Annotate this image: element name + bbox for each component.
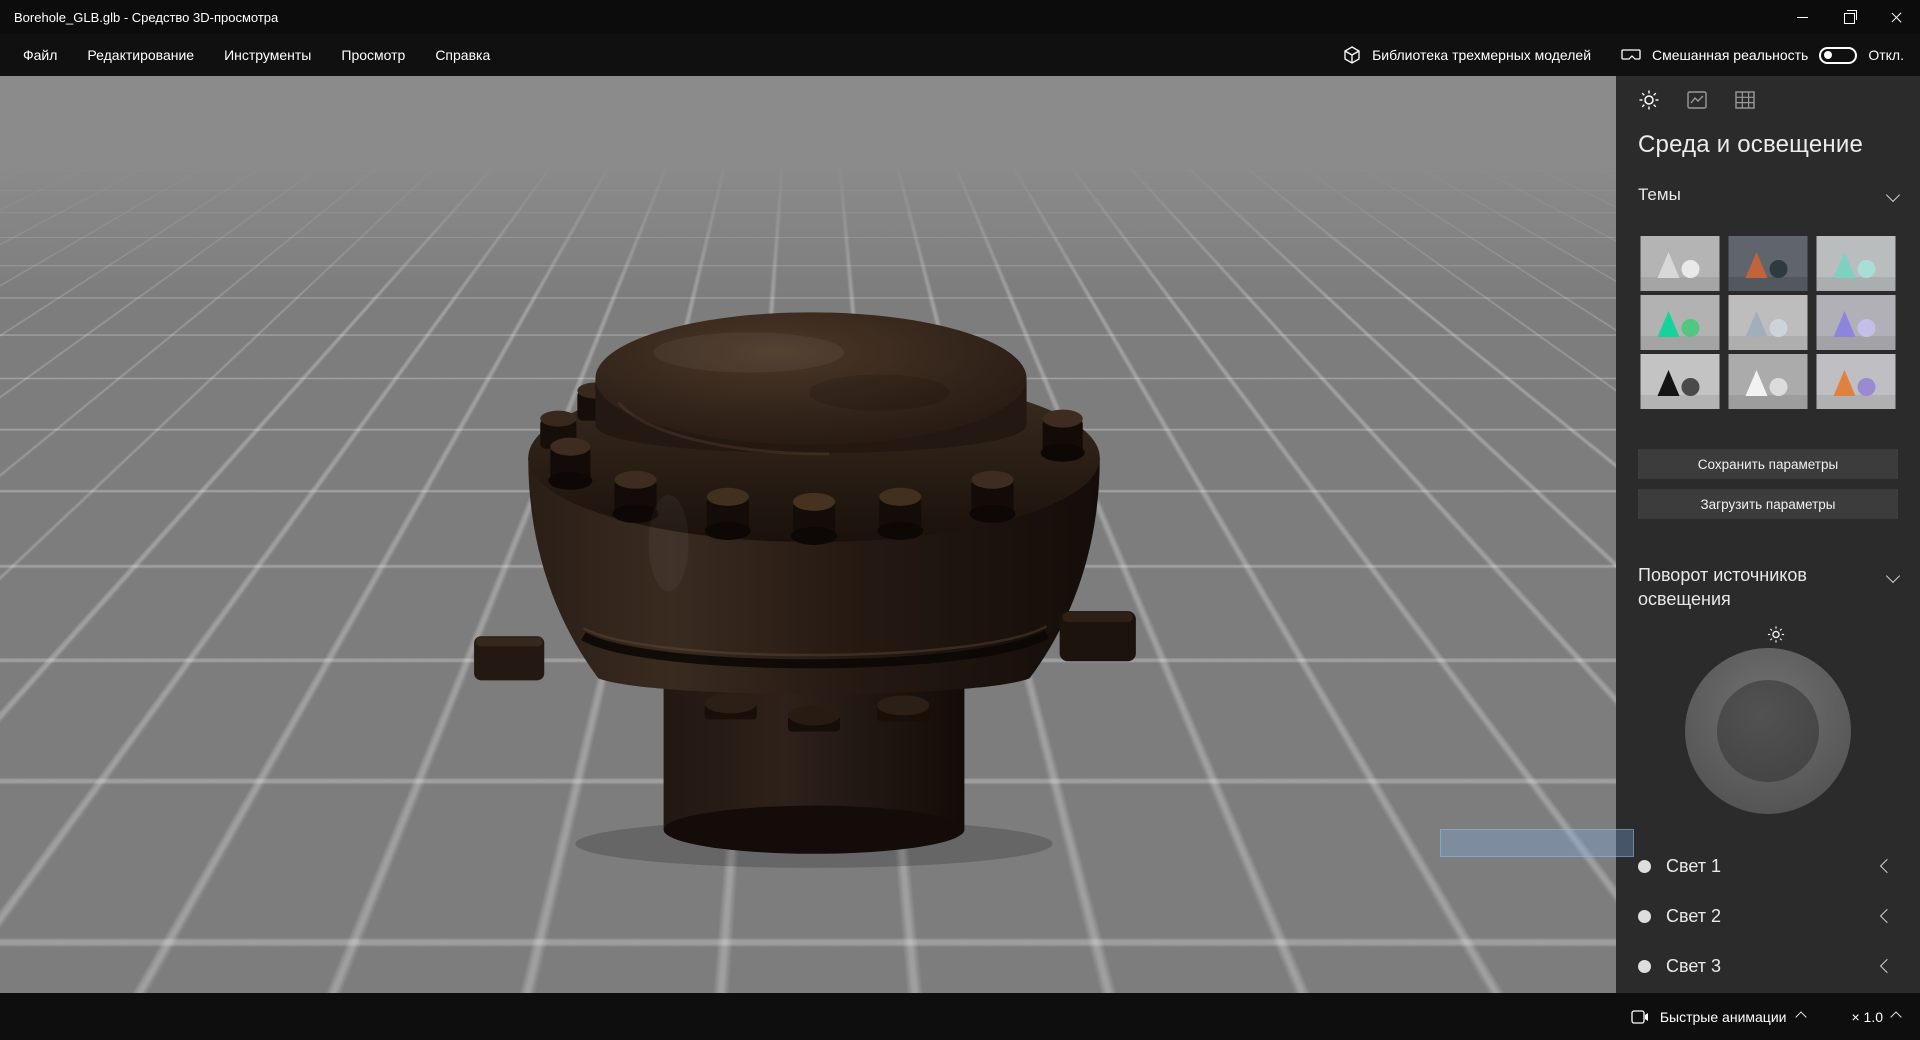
chevron-down-icon [1885, 187, 1901, 203]
themes-label: Темы [1638, 185, 1681, 204]
theme-thumbnail-7[interactable] [1638, 354, 1722, 409]
menu-right-group: Библиотека трехмерных моделей Смешанная … [1342, 45, 1920, 65]
close-button[interactable] [1873, 0, 1920, 34]
model-library-label: Библиотека трехмерных моделей [1372, 47, 1592, 63]
light-1-toggle[interactable] [1638, 859, 1651, 873]
viewport-3d[interactable] [0, 76, 1616, 993]
mixed-reality-toggle[interactable] [1819, 46, 1858, 64]
chevron-down-icon [1885, 568, 1901, 584]
menu-edit[interactable]: Редактирование [72, 34, 209, 76]
tab-grid[interactable] [1734, 89, 1756, 111]
theme-thumbnail-8[interactable] [1726, 354, 1810, 409]
menu-view[interactable]: Просмотр [326, 34, 420, 76]
grid-floor [0, 76, 1616, 168]
theme-thumbnail-2[interactable] [1726, 236, 1810, 291]
tab-stats[interactable] [1686, 89, 1708, 111]
minimize-button[interactable] [1779, 0, 1826, 34]
dial-sun-icon [1767, 626, 1785, 648]
rotation-label: Поворот источников освещения [1638, 565, 1807, 610]
light-1-label: Свет 1 [1666, 855, 1722, 876]
sun-icon [1639, 90, 1659, 110]
light-1-expand[interactable] [1879, 858, 1895, 874]
mixed-reality-icon [1621, 49, 1641, 60]
light-row-1: Свет 1 [1638, 841, 1898, 891]
title-bar: Borehole_GLB.glb - Средство 3D-просмотра [0, 0, 1920, 34]
animation-icon [1631, 1009, 1648, 1024]
model-borehole [474, 312, 1136, 868]
restore-button[interactable] [1826, 0, 1873, 34]
light-2-label: Свет 2 [1666, 905, 1722, 926]
menu-bar: Файл Редактирование Инструменты Просмотр… [0, 34, 1920, 76]
menu-tools[interactable]: Инструменты [209, 34, 326, 76]
restore-icon [1844, 10, 1857, 24]
speed-value: × 1.0 [1851, 1008, 1883, 1025]
theme-thumbnail-3[interactable] [1814, 236, 1898, 291]
light-rotation-dial[interactable] [1685, 626, 1851, 814]
quick-animations-button[interactable]: Быстрые анимации [1631, 1008, 1808, 1025]
load-parameters-button[interactable]: Загрузить параметры [1638, 489, 1898, 519]
theme-thumbnail-5[interactable] [1726, 295, 1810, 350]
menu-file[interactable]: Файл [8, 34, 72, 76]
grid-icon [1735, 91, 1755, 109]
model-library-button[interactable]: Библиотека трехмерных моделей [1342, 45, 1591, 65]
light-row-3: Свет 3 [1638, 941, 1898, 991]
panel-title: Среда и освещение [1638, 131, 1864, 158]
tab-environment[interactable] [1638, 89, 1660, 111]
theme-thumbnail-6[interactable] [1814, 295, 1898, 350]
close-icon [1890, 11, 1903, 24]
themes-grid [1638, 236, 1898, 409]
dial-knob [1717, 679, 1819, 782]
chevron-up-icon [1795, 1010, 1808, 1023]
environment-panel: Среда и освещение Темы Сохранить парамет… [1616, 76, 1920, 993]
quick-animations-label: Быстрые анимации [1659, 1008, 1787, 1025]
menu-help[interactable]: Справка [420, 34, 505, 76]
rotation-section-header[interactable]: Поворот источников освещения [1638, 563, 1901, 612]
light-rotation-dial-wrap [1638, 626, 1898, 814]
theme-thumbnail-4[interactable] [1638, 295, 1722, 350]
minimize-icon [1797, 16, 1808, 18]
light-2-expand[interactable] [1879, 908, 1895, 924]
window-title: Borehole_GLB.glb - Средство 3D-просмотра [14, 9, 279, 25]
light-3-toggle[interactable] [1638, 959, 1651, 973]
toggle-knob [1824, 51, 1833, 59]
bottom-bar: Быстрые анимации × 1.0 [0, 993, 1920, 1040]
chevron-up-icon [1890, 1010, 1902, 1023]
window-controls [1779, 0, 1920, 34]
save-parameters-button[interactable]: Сохранить параметры [1638, 449, 1898, 479]
theme-thumbnail-1[interactable] [1638, 236, 1722, 291]
stats-icon [1687, 91, 1707, 109]
mixed-reality-label: Смешанная реальность [1652, 47, 1809, 63]
mixed-reality-state: Откл. [1868, 47, 1904, 63]
cube-icon [1344, 46, 1360, 64]
light-3-label: Свет 3 [1666, 955, 1722, 976]
main-area: Среда и освещение Темы Сохранить парамет… [0, 76, 1920, 993]
lights-list: Свет 1 Свет 2 Свет 3 [1638, 841, 1898, 991]
light-2-toggle[interactable] [1638, 909, 1651, 923]
playback-speed-button[interactable]: × 1.0 [1851, 1008, 1902, 1025]
themes-section-header[interactable]: Темы [1638, 185, 1901, 205]
panel-tabs [1638, 89, 1898, 111]
selection-highlight [1440, 829, 1634, 857]
theme-thumbnail-9[interactable] [1814, 354, 1898, 409]
light-3-expand[interactable] [1879, 958, 1895, 974]
light-row-2: Свет 2 [1638, 891, 1898, 941]
mixed-reality-group: Смешанная реальность Откл. [1621, 46, 1904, 64]
